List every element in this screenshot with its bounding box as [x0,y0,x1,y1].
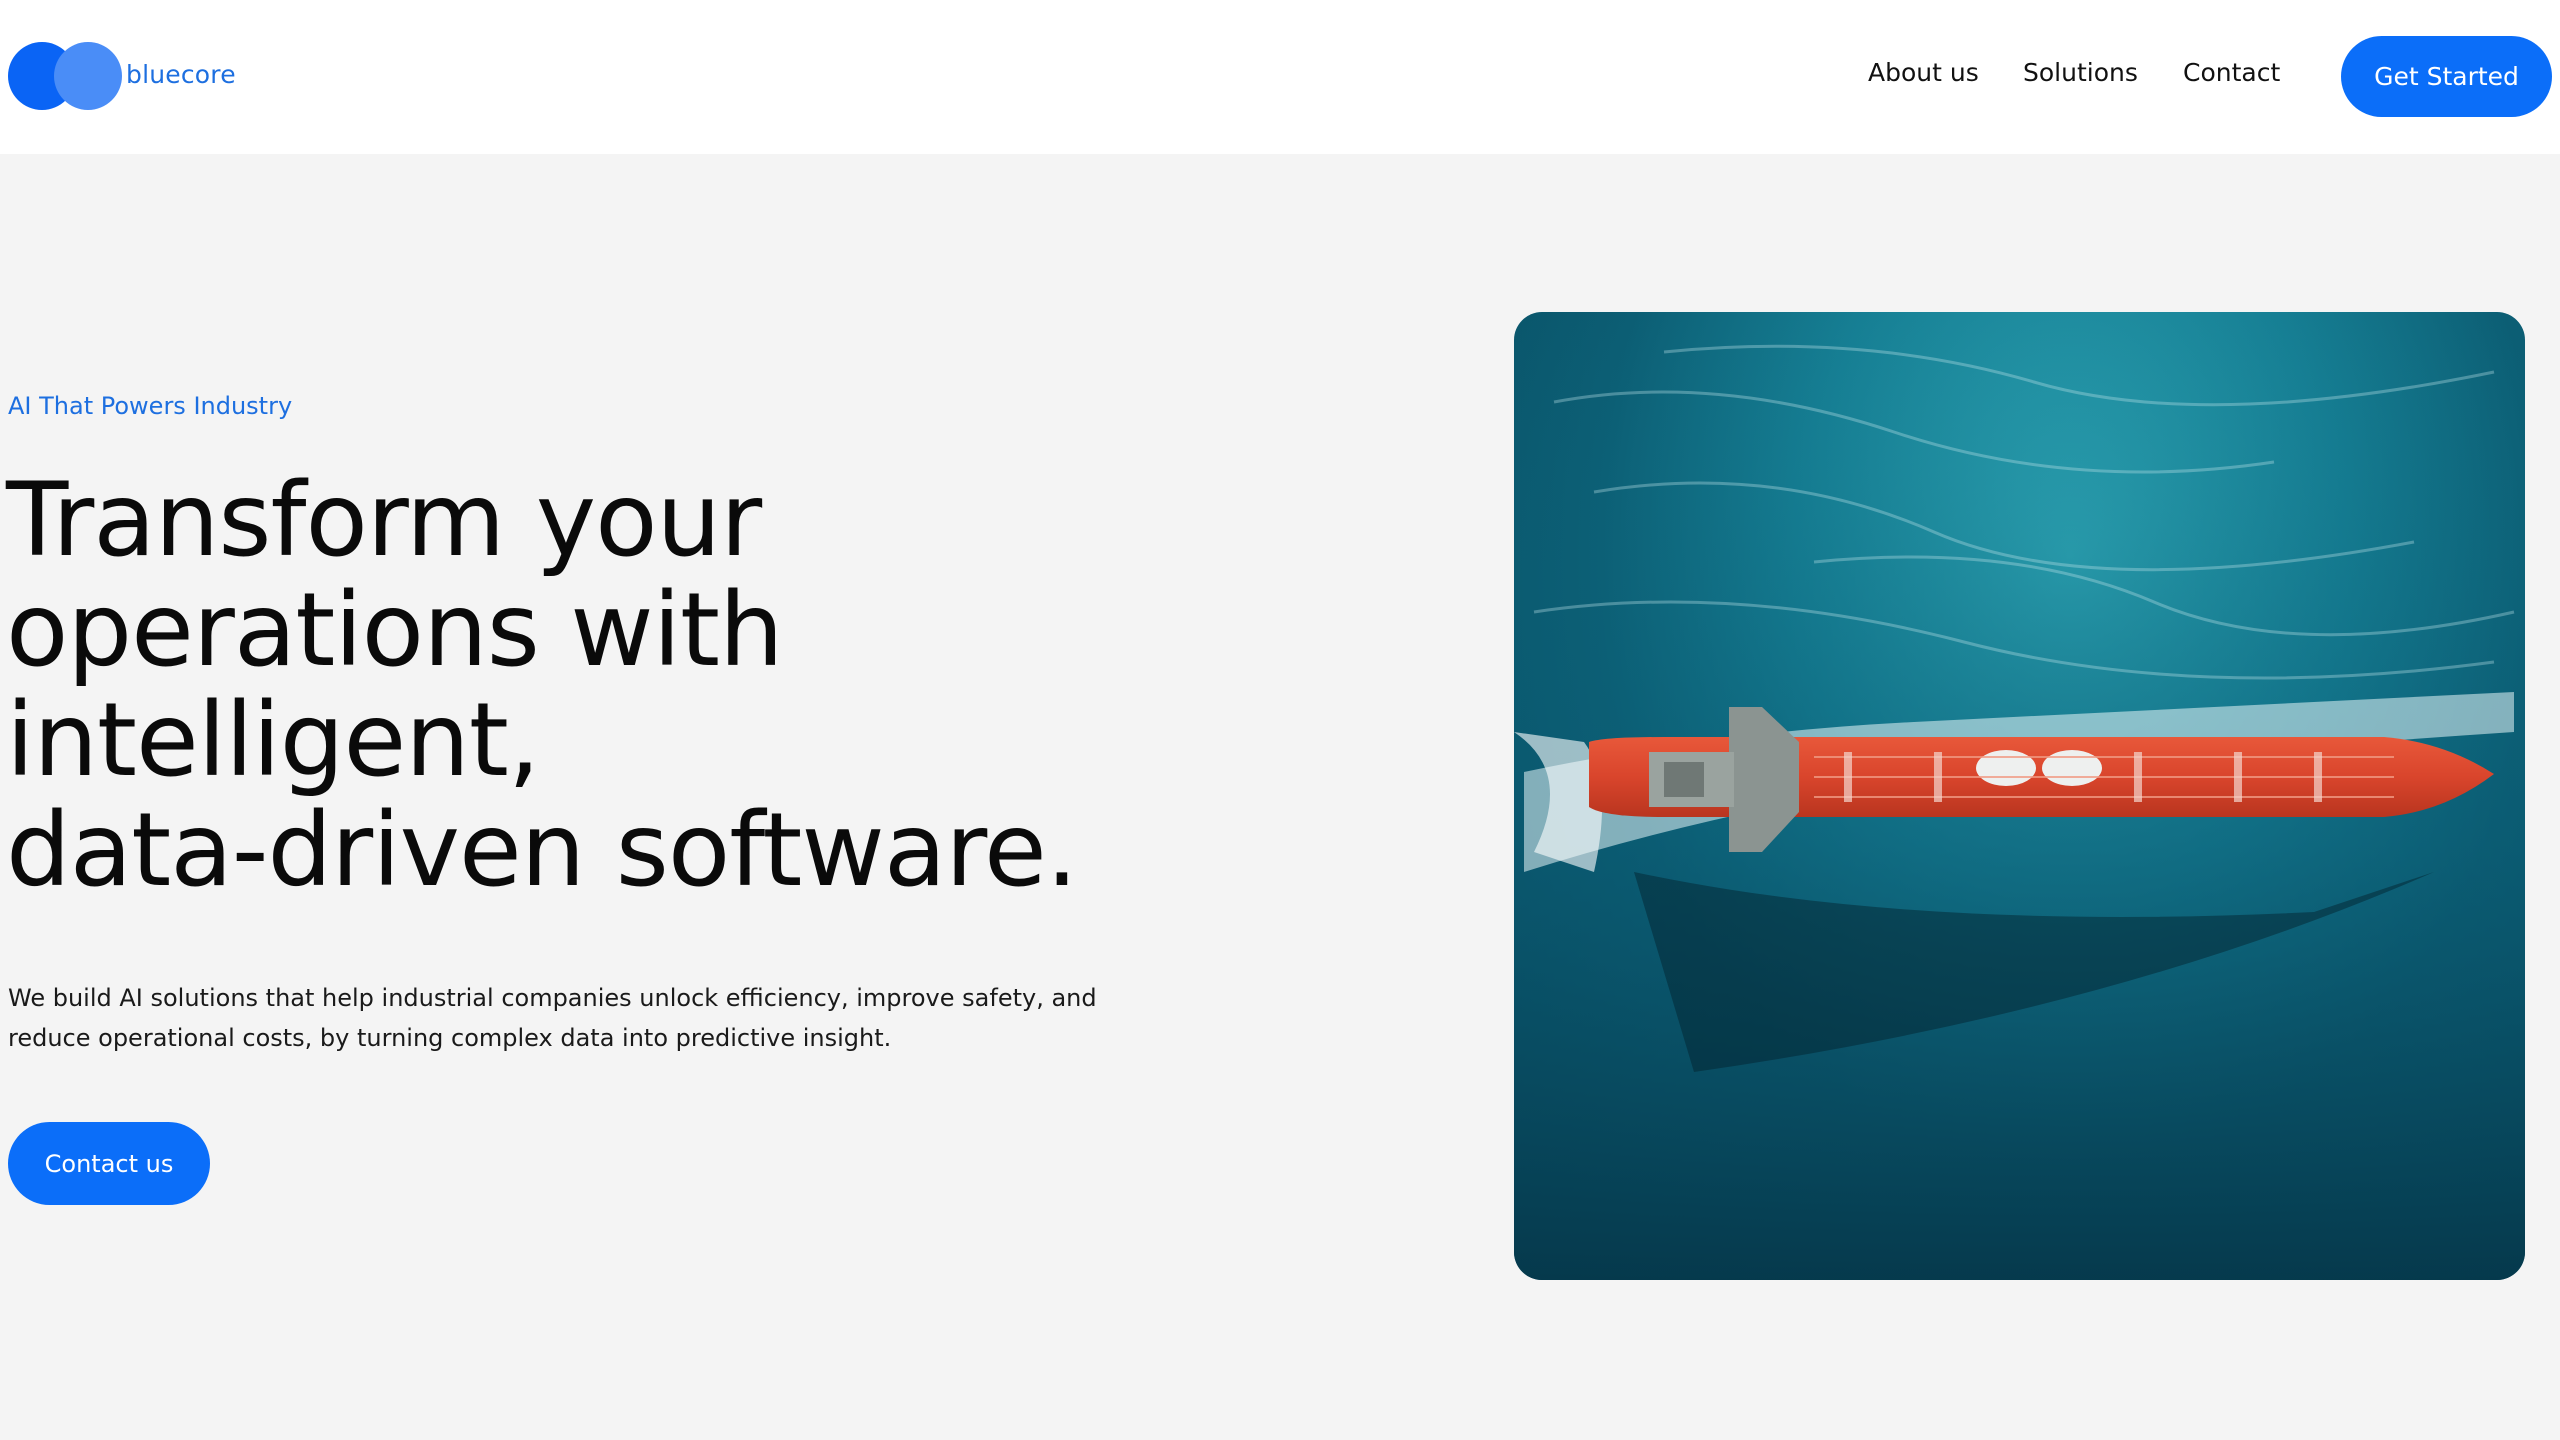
get-started-button[interactable]: Get Started [2341,36,2552,117]
nav-solutions[interactable]: Solutions [2023,58,2138,87]
hero-image-ship [1514,312,2525,1280]
headline-line: intelligent, [6,681,540,800]
nav-contact[interactable]: Contact [2183,58,2280,87]
site-header: bluecore About us Solutions Contact Get … [0,0,2560,154]
headline-line: operations with [6,571,784,690]
hero-subtext: We build AI solutions that help industri… [8,984,1097,1052]
headline-line: data-driven software. [6,791,1078,910]
logo-circle-icon [54,42,122,110]
contact-us-button[interactable]: Contact us [8,1122,210,1205]
hero-headline: Transform your operations with intellige… [6,466,1186,906]
brand-name: bluecore [126,60,236,89]
headline-line: Transform your [6,461,762,580]
ship-illustration [1514,312,2525,1280]
brand-logo[interactable]: bluecore [8,42,248,110]
nav-about-us[interactable]: About us [1868,58,1979,87]
hero-eyebrow: AI That Powers Industry [8,392,293,420]
